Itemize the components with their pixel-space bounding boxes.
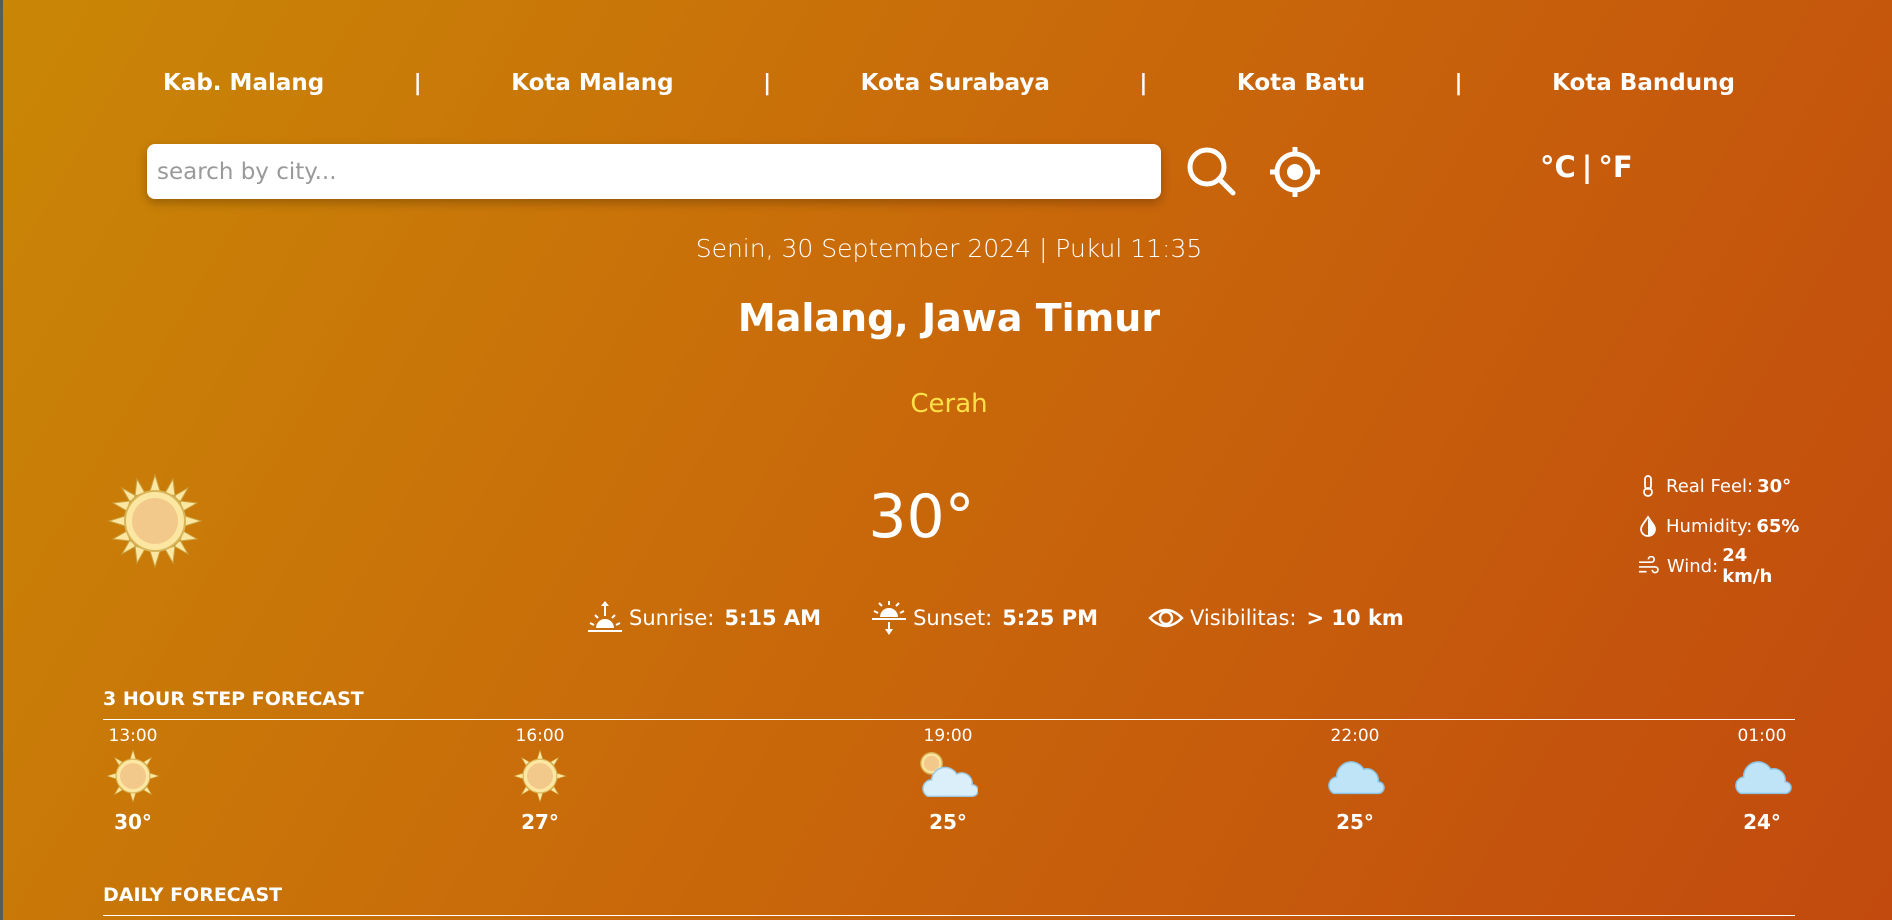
sunset-value: 5:25 PM bbox=[1002, 606, 1099, 630]
unit-toggle: °C | °F bbox=[1540, 150, 1633, 184]
fahrenheit-button[interactable]: °F bbox=[1598, 150, 1632, 184]
location-title: Malang, Jawa Timur bbox=[737, 296, 1161, 340]
cloud-icon bbox=[1328, 761, 1385, 795]
search-icon[interactable] bbox=[1185, 145, 1237, 197]
sunset-item: Sunset: 5:25 PM bbox=[871, 600, 1098, 636]
city-nav: Kab. Malang | Kota Malang | Kota Surabay… bbox=[103, 66, 1795, 100]
unit-separator: | bbox=[1581, 150, 1593, 184]
forecast-temp: 24° bbox=[1743, 810, 1781, 834]
search-bar bbox=[147, 144, 1161, 199]
sunset-label: Sunset: bbox=[913, 606, 993, 630]
forecast-temp: 27° bbox=[521, 810, 559, 834]
nav-separator: | bbox=[763, 70, 772, 96]
visibility-item: Visibilitas: > 10 km bbox=[1148, 604, 1404, 632]
nav-separator: | bbox=[413, 70, 422, 96]
eye-icon bbox=[1148, 608, 1184, 628]
wind-row: Wind: 24 km/h bbox=[1638, 545, 1799, 587]
hourly-divider bbox=[103, 719, 1795, 720]
forecast-item: 19:00 25° bbox=[918, 724, 978, 834]
wind-icon bbox=[1638, 556, 1659, 574]
weather-details: Real Feel: 30° Humidity: 65% Wind: 24 km… bbox=[1638, 466, 1799, 587]
sun-icon bbox=[513, 749, 567, 803]
celsius-button[interactable]: °C bbox=[1540, 150, 1576, 184]
nav-separator: | bbox=[1454, 70, 1463, 96]
humidity-value: 65% bbox=[1756, 515, 1800, 537]
sunset-icon bbox=[872, 601, 907, 635]
forecast-temp: 25° bbox=[929, 810, 967, 834]
humidity-label: Humidity: bbox=[1666, 515, 1753, 537]
cloud-icon bbox=[1735, 761, 1792, 795]
visibility-label: Visibilitas: bbox=[1190, 606, 1297, 630]
nav-city-kab-malang[interactable]: Kab. Malang bbox=[163, 70, 324, 96]
locate-icon[interactable] bbox=[1268, 145, 1322, 199]
forecast-time: 16:00 bbox=[515, 726, 565, 746]
daily-forecast-title: daily forecast bbox=[103, 884, 283, 906]
nav-city-kota-batu[interactable]: Kota Batu bbox=[1237, 70, 1365, 96]
sunrise-label: Sunrise: bbox=[629, 606, 715, 630]
forecast-temp: 30° bbox=[114, 810, 152, 834]
weather-app: Kab. Malang | Kota Malang | Kota Surabay… bbox=[103, 0, 1799, 920]
wind-value: 24 km/h bbox=[1722, 545, 1773, 587]
visibility-value: > 10 km bbox=[1306, 606, 1404, 630]
forecast-time: 19:00 bbox=[923, 726, 973, 746]
forecast-item: 16:00 27° bbox=[510, 724, 570, 834]
sunrise-icon bbox=[588, 601, 622, 632]
sunrise-value: 5:15 AM bbox=[724, 606, 822, 630]
forecast-temp: 25° bbox=[1336, 810, 1374, 834]
wind-label: Wind: bbox=[1666, 555, 1719, 577]
thermometer-icon bbox=[1643, 475, 1653, 497]
sun-icon bbox=[106, 749, 160, 803]
nav-city-kota-malang[interactable]: Kota Malang bbox=[511, 70, 673, 96]
forecast-time: 22:00 bbox=[1330, 726, 1380, 746]
nav-city-kota-surabaya[interactable]: Kota Surabaya bbox=[861, 70, 1050, 96]
daily-divider bbox=[103, 915, 1795, 916]
forecast-item: 01:00 24° bbox=[1732, 724, 1792, 834]
real-feel-label: Real Feel: bbox=[1666, 475, 1754, 497]
sun-info: Sunrise: 5:15 AM Sunset: 5:25 PM Visibil… bbox=[587, 600, 1454, 636]
nav-separator: | bbox=[1139, 70, 1148, 96]
weather-condition: Cerah bbox=[910, 389, 988, 419]
search-input[interactable] bbox=[147, 144, 1161, 199]
droplet-icon bbox=[1640, 515, 1656, 537]
nav-city-kota-bandung[interactable]: Kota Bandung bbox=[1552, 70, 1735, 96]
humidity-row: Humidity: 65% bbox=[1638, 506, 1799, 546]
forecast-item: 22:00 25° bbox=[1325, 724, 1385, 834]
real-feel-row: Real Feel: 30° bbox=[1638, 466, 1799, 506]
forecast-item: 13:00 30° bbox=[103, 724, 163, 834]
window-left-edge bbox=[0, 0, 3, 920]
current-temperature: 30° bbox=[868, 482, 975, 552]
date-time: Senin, 30 September 2024 | Pukul 11:35 bbox=[695, 234, 1203, 263]
partly-cloudy-icon bbox=[920, 752, 978, 798]
hourly-forecast-title: 3 hour step forecast bbox=[103, 688, 364, 710]
real-feel-value: 30° bbox=[1757, 475, 1792, 497]
sunrise-item: Sunrise: 5:15 AM bbox=[587, 600, 821, 636]
forecast-time: 13:00 bbox=[108, 726, 158, 746]
forecast-time: 01:00 bbox=[1737, 726, 1787, 746]
